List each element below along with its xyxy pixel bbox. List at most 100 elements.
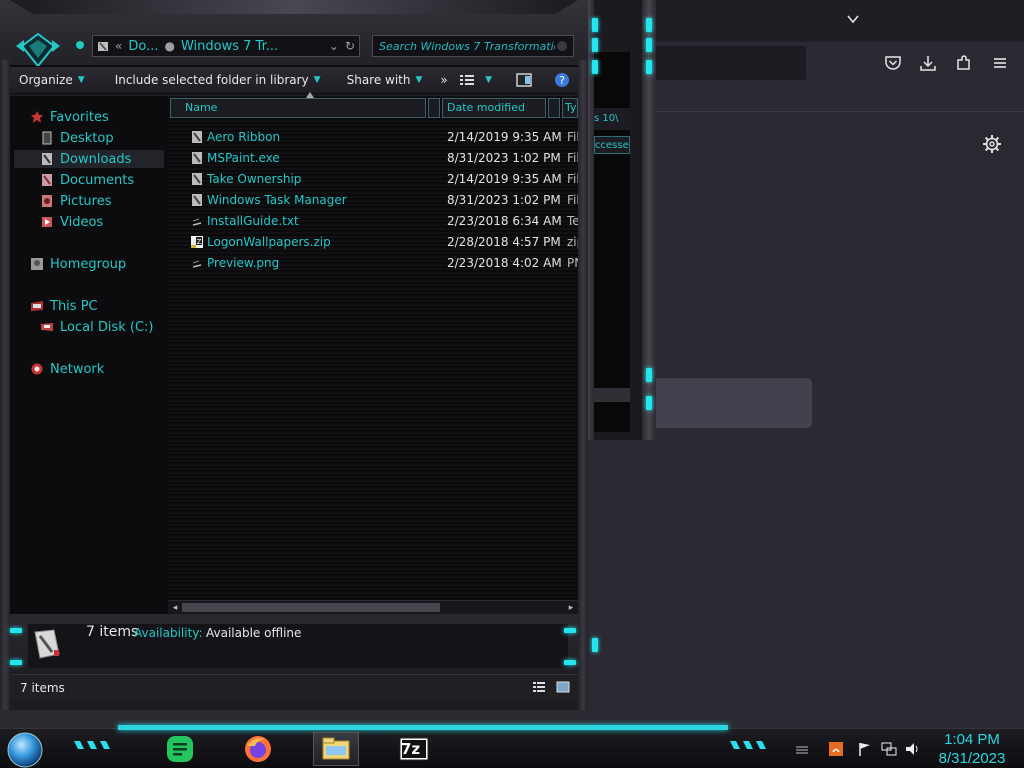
taskbar-file-explorer[interactable]	[313, 732, 359, 766]
menu-icon[interactable]	[991, 54, 1009, 72]
file-name: Preview.png	[207, 256, 280, 270]
scroll-right-arrow-icon[interactable]: ▸	[564, 601, 578, 615]
refresh-icon[interactable]: ↻	[345, 39, 355, 53]
dropdown-arrow-icon: ▼	[77, 75, 85, 85]
folder-thumbnail-icon	[34, 629, 60, 659]
search-icon[interactable]	[555, 39, 569, 53]
column-divider[interactable]	[548, 98, 560, 118]
file-name: Windows Task Manager	[207, 193, 347, 207]
dropdown-arrow-icon: ▼	[313, 75, 321, 85]
text-file-icon	[192, 218, 202, 226]
favorites-star-icon	[31, 111, 43, 123]
file-row[interactable]: InstallGuide.txt 2/23/2018 6:34 AM Te	[168, 211, 579, 232]
action-center-flag-icon[interactable]	[857, 741, 873, 757]
clock-time: 1:04 PM	[944, 731, 1000, 748]
homegroup-icon	[31, 258, 43, 270]
background-scrollbar[interactable]	[594, 388, 630, 402]
browser-content-panel	[646, 378, 812, 428]
horizontal-scrollbar[interactable]: ◂ ▸	[168, 600, 578, 614]
nav-this-pc[interactable]: This PC	[30, 297, 184, 315]
address-dropdown-icon[interactable]: ⌄	[329, 39, 339, 53]
taskbar-7zip[interactable]: 7z	[394, 732, 434, 766]
frame-led	[10, 628, 22, 633]
documents-icon	[42, 174, 52, 186]
recent-pages-dot[interactable]	[76, 41, 84, 49]
nav-local-disk-label: Local Disk (C:)	[60, 319, 154, 335]
taskbar-notes-app[interactable]	[160, 732, 200, 766]
java-update-icon[interactable]	[828, 741, 844, 757]
column-divider[interactable]	[428, 98, 440, 118]
file-name: Aero Ribbon	[207, 130, 281, 144]
breadcrumb-separator-icon[interactable]: ●	[164, 39, 174, 53]
browser-url-bar[interactable]	[648, 46, 806, 80]
column-type[interactable]: Ty	[562, 98, 578, 118]
nav-downloads[interactable]: Downloads	[14, 150, 164, 168]
frame-led	[646, 18, 652, 32]
background-explorer-window: s 10\ ccessed	[580, 0, 656, 652]
frame-led	[646, 396, 652, 410]
column-name[interactable]: Name	[170, 98, 426, 118]
frame-led	[646, 38, 652, 52]
help-icon[interactable]: ?	[554, 72, 570, 88]
share-with-button[interactable]: Share with ▼	[338, 67, 432, 93]
organize-label: Organize	[19, 73, 73, 87]
column-date-modified[interactable]: Date modified	[442, 98, 546, 118]
view-options-arrow-icon[interactable]: ▼	[485, 75, 492, 85]
breadcrumb-current-folder[interactable]: Windows 7 Tr...	[181, 39, 278, 54]
list-all-tabs-icon[interactable]	[846, 12, 860, 26]
downloads-icon[interactable]	[919, 54, 937, 72]
preview-pane-icon[interactable]	[516, 73, 532, 87]
file-row[interactable]: Z LogonWallpapers.zip 2/28/2018 4:57 PM …	[168, 232, 579, 253]
availability-value: Available offline	[206, 626, 302, 640]
nav-homegroup[interactable]: Homegroup	[30, 255, 184, 273]
address-bar[interactable]: « Do... ● Windows 7 Tr... ⌄ ↻	[92, 35, 360, 57]
zip-file-icon: Z	[191, 236, 203, 248]
svg-text:?: ?	[559, 74, 565, 87]
taskbar-glow	[118, 725, 728, 730]
command-bar: Organize ▼ Include selected folder in li…	[10, 66, 578, 94]
settings-gear-icon[interactable]	[982, 134, 1002, 154]
scroll-left-arrow-icon[interactable]: ◂	[168, 601, 182, 615]
search-placeholder: Search Windows 7 Transformatio...	[379, 39, 555, 53]
file-row[interactable]: Preview.png 2/23/2018 4:02 AM PN	[168, 253, 579, 274]
details-view-icon[interactable]	[532, 681, 546, 693]
system-clock[interactable]: 1:04 PM 8/31/2023	[932, 730, 1012, 768]
pocket-icon[interactable]	[884, 54, 902, 72]
back-forward-emblem-icon[interactable]	[14, 30, 62, 70]
availability-label: Availability:	[134, 626, 203, 640]
frame-led	[646, 60, 652, 74]
change-view-icon[interactable]	[459, 73, 475, 87]
network-status-icon[interactable]	[881, 741, 897, 757]
scrollbar-thumb[interactable]	[182, 603, 440, 612]
share-label: Share with	[346, 73, 411, 87]
background-header-text: s 10\	[594, 113, 619, 124]
nav-network[interactable]: Network	[30, 360, 184, 378]
search-input[interactable]: Search Windows 7 Transformatio...	[372, 35, 574, 57]
nav-favorites[interactable]: Favorites	[30, 108, 184, 126]
volume-icon[interactable]	[905, 741, 921, 757]
file-row[interactable]: MSPaint.exe 8/31/2023 1:02 PM Fil	[168, 148, 579, 169]
start-button-icon[interactable]	[6, 731, 44, 768]
organize-button[interactable]: Organize ▼	[10, 67, 94, 93]
taskbar-ornament	[74, 741, 110, 751]
show-hidden-icons-icon[interactable]	[794, 741, 810, 757]
frame-led	[592, 38, 598, 52]
folder-icon	[192, 173, 202, 185]
file-row[interactable]: Aero Ribbon 2/14/2019 9:35 AM Fil	[168, 127, 579, 148]
extensions-icon[interactable]	[955, 54, 973, 72]
file-date: 2/14/2019 9:35 AM	[447, 172, 562, 186]
file-list: Name Date modified Ty Aero Ribbon 2/14/2…	[168, 92, 579, 614]
include-in-library-button[interactable]: Include selected folder in library ▼	[106, 67, 330, 93]
file-row[interactable]: Windows Task Manager 8/31/2023 1:02 PM F…	[168, 190, 579, 211]
taskbar-firefox[interactable]	[238, 732, 278, 766]
nav-pictures-label: Pictures	[60, 193, 112, 209]
breadcrumb-chevron-icon[interactable]: «	[115, 39, 122, 53]
breadcrumb-downloads[interactable]: Do...	[128, 39, 158, 54]
image-file-icon	[192, 260, 202, 268]
file-row[interactable]: Take Ownership 2/14/2019 9:35 AM Fil	[168, 169, 579, 190]
more-commands-button[interactable]: »	[431, 67, 456, 93]
large-icons-view-icon[interactable]	[556, 681, 570, 693]
nav-videos-label: Videos	[60, 214, 104, 230]
folder-icon	[192, 194, 202, 206]
clock-date: 8/31/2023	[938, 750, 1006, 767]
